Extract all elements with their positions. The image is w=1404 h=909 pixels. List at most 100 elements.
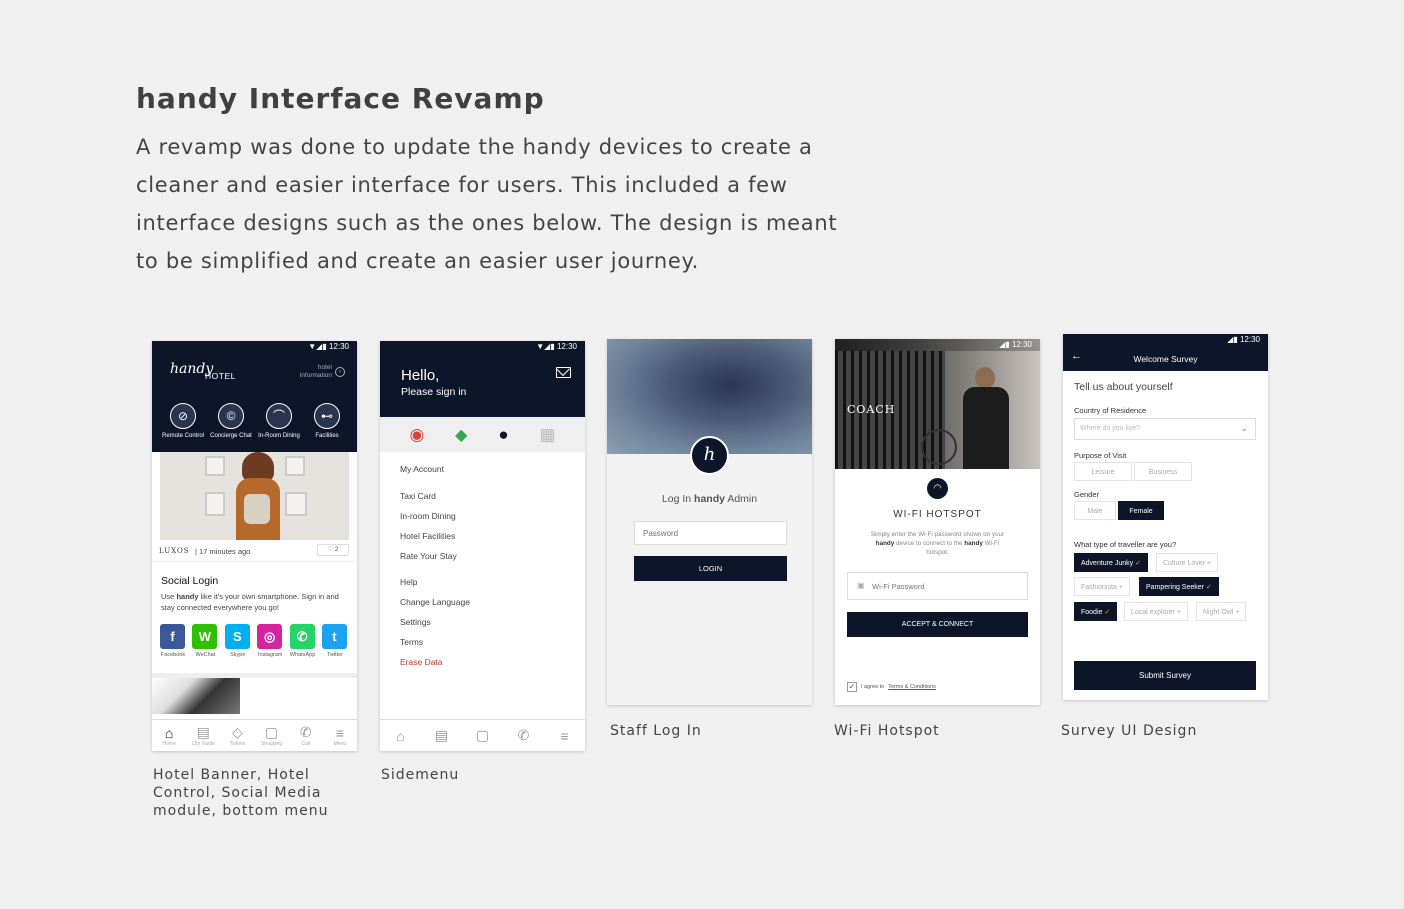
hotel-banner-image[interactable]: [160, 452, 349, 540]
handy-app-icon[interactable]: ●: [498, 425, 508, 445]
control-label: Facilities: [315, 433, 339, 439]
menu-help[interactable]: Help: [400, 577, 417, 587]
social-twitter[interactable]: t Twitter: [321, 624, 348, 658]
maps-icon[interactable]: ◆: [455, 425, 467, 445]
nav-city-guide[interactable]: ▤: [425, 727, 459, 744]
social-label: WhatsApp: [289, 652, 316, 658]
traveller-local-explorer[interactable]: Local explorer +: [1124, 602, 1189, 621]
sign-in-link[interactable]: Please sign in: [401, 386, 466, 398]
social-icons-row: f Facebook W WeChat S Skype ◎ Instagram ✆ Wha…: [160, 624, 348, 658]
lock-icon: ▣: [857, 581, 865, 590]
traveller-pampering-seeker[interactable]: Pampering Seeker ✓: [1139, 577, 1219, 596]
social-whatsapp[interactable]: ✆ WhatsApp: [289, 624, 316, 658]
menu-hotel-facilities[interactable]: Hotel Facilities: [400, 531, 455, 541]
nav-menu[interactable]: ≡ Menu: [323, 725, 357, 747]
purpose-leisure[interactable]: Leisure: [1074, 462, 1132, 481]
screen-sidemenu: ▼◢▮ 12:30 Hello, Please sign in ◉ ◆ ● ▦ …: [380, 341, 585, 751]
nav-call[interactable]: ✆: [507, 727, 541, 744]
menu-my-account[interactable]: My Account: [400, 464, 444, 474]
traveller-fashionista[interactable]: Fashionista +: [1074, 577, 1130, 596]
wifi-password-input[interactable]: [872, 579, 1022, 593]
nav-shopping[interactable]: ▢: [466, 727, 500, 744]
handy-logo-icon: h: [690, 436, 729, 475]
nav-label: Tickets: [229, 741, 246, 747]
traveller-night-owl[interactable]: Night Owl +: [1196, 602, 1247, 621]
mail-icon[interactable]: [555, 361, 571, 378]
survey-intro: Tell us about yourself: [1074, 381, 1173, 393]
grid-app-icon[interactable]: ▦: [540, 425, 556, 445]
social-skype[interactable]: S Skype: [224, 624, 251, 658]
purpose-business[interactable]: Business: [1134, 462, 1192, 481]
traveller-culture-lover[interactable]: Culture Lover +: [1156, 553, 1219, 572]
twitter-icon: t: [321, 624, 347, 649]
control-concierge[interactable]: © Concierge Chat: [208, 403, 254, 440]
shopping-icon: ▢: [475, 727, 490, 743]
menu-settings[interactable]: Settings: [400, 617, 431, 627]
nav-shopping[interactable]: ▢ Shopping: [255, 724, 289, 747]
bottom-menu: ⌂ Home ▤ City Guide ◇ Tickets ▢ Shopping ✆ Ca…: [152, 719, 357, 751]
screen-survey: ◢▮ 12:30 ← Welcome Survey Tell us about …: [1063, 334, 1268, 700]
wifi-password-field[interactable]: ▣: [847, 572, 1028, 600]
concierge-icon: ©: [218, 403, 244, 429]
country-placeholder: Where do you live?: [1080, 425, 1140, 432]
menu-change-language[interactable]: Change Language: [400, 597, 470, 607]
like-button[interactable]: ♡ 2: [317, 544, 349, 556]
banner-time: | 17 minutes ago: [195, 547, 251, 556]
coach-brand: COACH: [847, 403, 896, 416]
gender-male[interactable]: Male: [1074, 501, 1116, 520]
nav-home[interactable]: ⌂: [384, 728, 418, 744]
status-bar: ◢▮ 12:30: [835, 339, 1040, 351]
nav-menu[interactable]: ≡: [548, 728, 582, 744]
page-title: handy Interface Revamp: [136, 82, 545, 115]
apps-row: ◉ ◆ ● ▦: [380, 417, 585, 452]
nav-home[interactable]: ⌂ Home: [152, 725, 186, 747]
menu-in-room-dining[interactable]: In-room Dining: [400, 511, 456, 521]
traveller-adventure-junky[interactable]: Adventure Junky ✓: [1074, 553, 1148, 572]
social-label: Facebook: [160, 652, 186, 658]
promo-image[interactable]: [152, 678, 240, 714]
shopping-icon: ▢: [264, 724, 279, 740]
nav-label: Shopping: [260, 741, 283, 747]
accept-connect-button[interactable]: ACCEPT & CONNECT: [847, 612, 1028, 637]
social-label: Skype: [230, 652, 246, 658]
home-icon: ⌂: [164, 724, 174, 741]
social-instagram[interactable]: ◎ Instagram: [257, 624, 283, 658]
social-login-title: Social Login: [161, 575, 219, 587]
screen-hotel-home: ▼◢▮ 12:30 handy HOTEL hotel information …: [152, 341, 357, 751]
checkbox[interactable]: ✓: [847, 682, 857, 692]
nav-tickets[interactable]: ◇ Tickets: [220, 724, 254, 747]
remote-icon: ⊘: [170, 403, 196, 429]
social-facebook[interactable]: f Facebook: [160, 624, 186, 658]
plus-icon: +: [1176, 609, 1182, 616]
password-input[interactable]: [634, 521, 787, 545]
traveller-foodie[interactable]: Foodie ✓: [1074, 602, 1118, 621]
menu-taxi-card[interactable]: Taxi Card: [400, 491, 436, 501]
plus-icon: +: [1235, 609, 1240, 616]
control-remote[interactable]: ⊘ Remote Control: [160, 403, 206, 440]
control-dining[interactable]: ⌒ In-Room Dining: [256, 403, 302, 440]
purpose-label: Purpose of Visit: [1074, 451, 1127, 460]
social-wechat[interactable]: W WeChat: [192, 624, 218, 658]
bottom-menu: ⌂ ▤ ▢ ✆ ≡: [380, 719, 585, 751]
hotel-information-link[interactable]: hotel information ›: [294, 364, 346, 380]
terms-link[interactable]: Terms & Conditions: [888, 684, 936, 690]
menu-erase-data[interactable]: Erase Data: [400, 657, 443, 667]
nav-city-guide[interactable]: ▤ City Guide: [186, 724, 220, 747]
gender-female[interactable]: Female: [1118, 501, 1164, 520]
submit-survey-button[interactable]: Submit Survey: [1074, 661, 1256, 690]
nav-label: Call: [301, 741, 311, 747]
nav-label: Home: [162, 740, 176, 747]
control-facilities[interactable]: ⊷ Facilities: [304, 403, 350, 440]
nav-call[interactable]: ✆ Call: [289, 724, 323, 747]
menu-rate-your-stay[interactable]: Rate Your Stay: [400, 551, 457, 561]
social-login-text: Use handy like it's your own smartphone.…: [161, 592, 339, 612]
coach-ad-image: ◢▮ 12:30 COACH: [835, 339, 1040, 469]
like-count: 2: [334, 547, 339, 553]
wifi-description: Simply enter the Wi-Fi password shown on…: [870, 531, 1005, 556]
login-button[interactable]: LOGIN: [634, 556, 787, 581]
control-label: In-Room Dining: [258, 433, 300, 439]
menu-terms[interactable]: Terms: [400, 637, 423, 647]
country-label: Country of Residence: [1074, 406, 1147, 415]
chrome-icon[interactable]: ◉: [409, 425, 424, 445]
country-select[interactable]: Where do you live? ⌄: [1074, 418, 1256, 440]
